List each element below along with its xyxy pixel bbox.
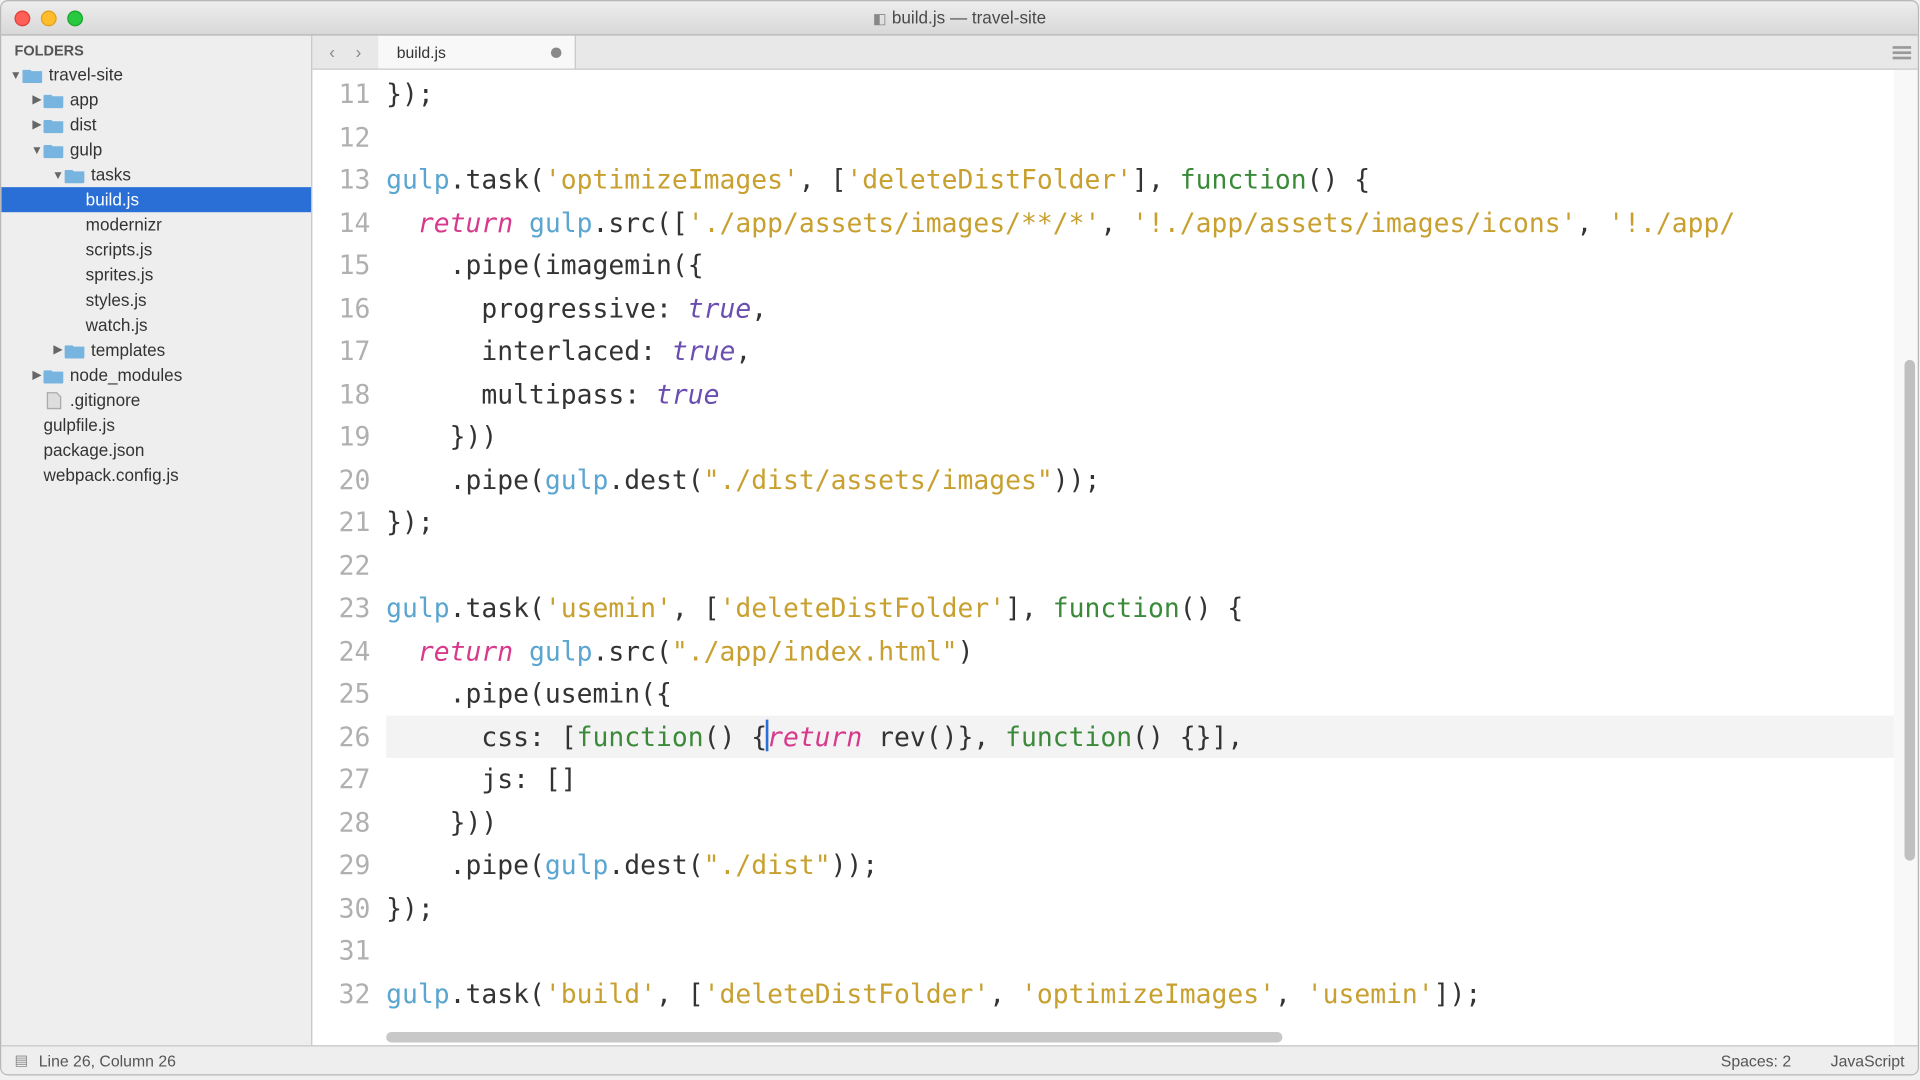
chevron-down-icon[interactable]: ▼ (30, 143, 43, 156)
minimap[interactable] (1894, 70, 1918, 1045)
folder-icon (43, 140, 64, 158)
tree-label: gulp (70, 140, 102, 160)
folder-icon (43, 366, 64, 384)
folder-icon (43, 115, 64, 133)
tree-file-styles[interactable]: styles.js (1, 287, 311, 312)
tree-label: watch.js (86, 315, 148, 335)
folder-icon (43, 90, 64, 108)
tree-label: node_modules (70, 365, 182, 385)
tree-label: package.json (43, 440, 144, 460)
chevron-down-icon[interactable]: ▼ (9, 68, 22, 81)
cursor-position[interactable]: Line 26, Column 26 (39, 1051, 176, 1069)
tree-label: travel-site (49, 65, 123, 85)
tree-folder-dist[interactable]: ▶ dist (1, 112, 311, 137)
folder-icon (65, 341, 86, 359)
tree-folder-tasks[interactable]: ▼ tasks (1, 162, 311, 187)
vertical-scrollbar[interactable] (1899, 70, 1917, 1045)
dirty-indicator-icon (551, 47, 562, 58)
tab-bar: ‹ › build.js (312, 36, 1917, 70)
tree-label: build.js (86, 190, 139, 210)
folder-tree: ▼ travel-site ▶ app ▶ dist ▼ gul (1, 62, 311, 488)
tree-folder-node-modules[interactable]: ▶ node_modules (1, 362, 311, 387)
tree-file-gulpfile[interactable]: gulpfile.js (1, 413, 311, 438)
tab-label: build.js (397, 43, 446, 61)
text-cursor (766, 720, 769, 752)
tree-label: modernizr (86, 215, 162, 235)
hamburger-icon (1893, 45, 1911, 58)
titlebar: ◧ build.js — travel-site (1, 1, 1917, 35)
file-icon (43, 391, 64, 409)
tree-file-gitignore[interactable]: .gitignore (1, 387, 311, 412)
tree-label: webpack.config.js (43, 465, 178, 485)
tree-label: templates (91, 340, 165, 360)
tree-folder-root[interactable]: ▼ travel-site (1, 62, 311, 87)
horizontal-scrollbar[interactable] (386, 1029, 1894, 1045)
tree-label: dist (70, 115, 97, 135)
tree-file-package[interactable]: package.json (1, 438, 311, 463)
console-icon[interactable]: ▤ (14, 1052, 28, 1069)
tree-folder-app[interactable]: ▶ app (1, 87, 311, 112)
tree-file-scripts[interactable]: scripts.js (1, 237, 311, 262)
tree-folder-gulp[interactable]: ▼ gulp (1, 137, 311, 162)
syntax-mode[interactable]: JavaScript (1831, 1051, 1905, 1069)
statusbar: ▤ Line 26, Column 26 Spaces: 2 JavaScrip… (1, 1045, 1917, 1074)
sidebar-header: FOLDERS (1, 36, 311, 62)
nav-arrows: ‹ › (312, 36, 378, 69)
tree-label: tasks (91, 165, 131, 185)
tree-file-watch[interactable]: watch.js (1, 312, 311, 337)
indent-setting[interactable]: Spaces: 2 (1721, 1051, 1791, 1069)
gutter: 1112131415161718192021222324252627282930… (312, 70, 386, 1045)
folder-icon (65, 165, 86, 183)
window-title: ◧ build.js — travel-site (1, 8, 1917, 28)
chevron-right-icon[interactable]: ▶ (30, 368, 43, 382)
tab-menu-button[interactable] (1886, 36, 1918, 69)
tree-file-webpack[interactable]: webpack.config.js (1, 463, 311, 488)
tree-folder-templates[interactable]: ▶ templates (1, 337, 311, 362)
code-content[interactable]: }); gulp.task('optimizeImages', ['delete… (386, 70, 1894, 1045)
chevron-down-icon[interactable]: ▼ (51, 168, 64, 181)
tree-file-modernizr[interactable]: modernizr (1, 212, 311, 237)
nav-forward-button[interactable]: › (347, 40, 371, 64)
tree-file-build[interactable]: build.js (1, 187, 311, 212)
tree-label: styles.js (86, 290, 147, 310)
chevron-right-icon[interactable]: ▶ (51, 343, 64, 357)
editor-area: ‹ › build.js 111213141516171819202122232… (312, 36, 1917, 1046)
tree-label: sprites.js (86, 265, 154, 285)
chevron-right-icon[interactable]: ▶ (30, 92, 43, 106)
nav-back-button[interactable]: ‹ (320, 40, 344, 64)
scrollbar-thumb[interactable] (1905, 360, 1916, 861)
folder-icon (22, 65, 43, 83)
tree-label: app (70, 90, 99, 110)
tree-label: scripts.js (86, 240, 153, 260)
tree-label: gulpfile.js (43, 415, 114, 435)
scrollbar-thumb[interactable] (386, 1032, 1282, 1043)
tab-build[interactable]: build.js (378, 36, 576, 69)
tree-file-sprites[interactable]: sprites.js (1, 262, 311, 287)
sidebar: FOLDERS ▼ travel-site ▶ app ▶ dist (1, 36, 312, 1046)
window-title-text: build.js — travel-site (892, 8, 1046, 28)
document-icon: ◧ (873, 12, 887, 28)
chevron-right-icon[interactable]: ▶ (30, 117, 43, 131)
code-editor[interactable]: 1112131415161718192021222324252627282930… (312, 70, 1917, 1045)
tree-label: .gitignore (70, 390, 140, 410)
